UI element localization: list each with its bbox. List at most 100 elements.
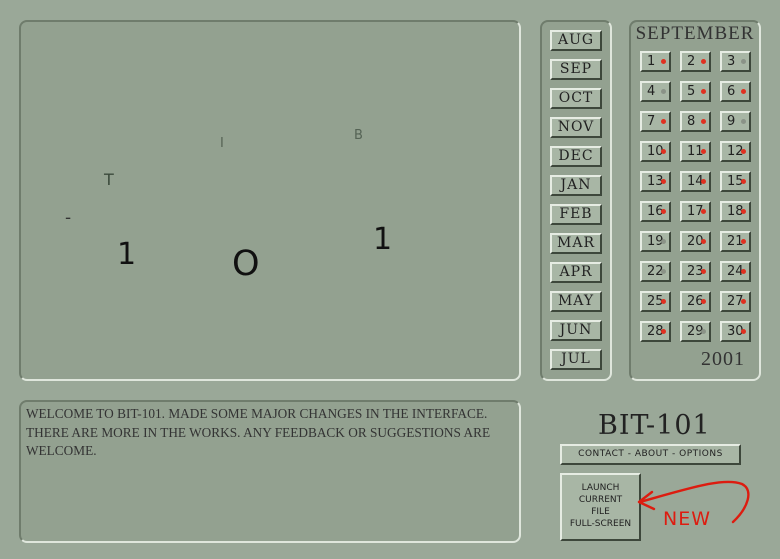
status-dot-icon — [701, 119, 706, 124]
status-dot-icon — [701, 149, 706, 154]
status-dot-icon — [701, 59, 706, 64]
month-button-dec[interactable]: DEC — [550, 146, 602, 167]
calendar-day-label: 8 — [687, 114, 696, 129]
calendar-day-button[interactable]: 10 — [640, 141, 671, 162]
month-button-may[interactable]: MAY — [550, 291, 602, 312]
calendar-day-label: 7 — [647, 114, 656, 129]
status-dot-icon — [661, 239, 666, 244]
calendar-day-button[interactable]: 12 — [720, 141, 751, 162]
calendar-day-label: 1 — [647, 54, 656, 69]
status-dot-icon — [741, 89, 746, 94]
calendar-day-button[interactable]: 6 — [720, 81, 751, 102]
calendar-day-label: 4 — [647, 84, 656, 99]
status-dot-icon — [701, 299, 706, 304]
status-dot-icon — [661, 299, 666, 304]
status-dot-icon — [741, 119, 746, 124]
launch-line: full-screen — [569, 519, 632, 529]
status-dot-icon — [661, 329, 666, 334]
status-dot-icon — [661, 89, 666, 94]
month-button-oct[interactable]: OCT — [550, 88, 602, 109]
calendar-day-button[interactable]: 7 — [640, 111, 671, 132]
status-dot-icon — [661, 179, 666, 184]
calendar-day-button[interactable]: 16 — [640, 201, 671, 222]
glyph-b: B — [354, 128, 363, 143]
status-dot-icon — [701, 269, 706, 274]
glyph-zero: O — [232, 244, 260, 284]
calendar-day-button[interactable]: 5 — [680, 81, 711, 102]
month-button-jul[interactable]: JUL — [550, 349, 602, 370]
launch-line: file — [591, 507, 610, 517]
status-dot-icon — [741, 149, 746, 154]
calendar-day-button[interactable]: 20 — [680, 231, 711, 252]
month-button-mar[interactable]: MAR — [550, 233, 602, 254]
status-dot-icon — [701, 239, 706, 244]
calendar-day-label: 5 — [687, 84, 696, 99]
calendar-day-button[interactable]: 29 — [680, 321, 711, 342]
status-dot-icon — [741, 299, 746, 304]
month-button-aug[interactable]: AUG — [550, 30, 602, 51]
calendar-day-button[interactable]: 17 — [680, 201, 711, 222]
calendar-day-button[interactable]: 3 — [720, 51, 751, 72]
status-dot-icon — [661, 269, 666, 274]
status-dot-icon — [661, 209, 666, 214]
calendar-month-title: SEPTEMBER — [635, 23, 755, 44]
calendar-day-button[interactable]: 24 — [720, 261, 751, 282]
calendar-year: 2001 — [701, 348, 745, 370]
status-dot-icon — [741, 269, 746, 274]
calendar-day-label: 6 — [727, 84, 736, 99]
calendar-day-button[interactable]: 15 — [720, 171, 751, 192]
calendar-day-button[interactable]: 27 — [720, 291, 751, 312]
calendar-day-button[interactable]: 23 — [680, 261, 711, 282]
launch-fullscreen-button[interactable]: Launch current file full-screen — [560, 473, 641, 541]
status-dot-icon — [741, 239, 746, 244]
news-text: Welcome to BIT-101. Made some major chan… — [26, 406, 491, 458]
calendar-day-button[interactable]: 11 — [680, 141, 711, 162]
calendar-day-button[interactable]: 19 — [640, 231, 671, 252]
month-list: AUG SEP OCT NOV DEC JAN FEB MAR APR MAY … — [540, 20, 612, 381]
month-button-feb[interactable]: FEB — [550, 204, 602, 225]
calendar-day-button[interactable]: 9 — [720, 111, 751, 132]
launch-line: current — [578, 495, 623, 505]
calendar-day-button[interactable]: 4 — [640, 81, 671, 102]
month-button-jan[interactable]: JAN — [550, 175, 602, 196]
status-dot-icon — [701, 179, 706, 184]
month-button-sep[interactable]: SEP — [550, 59, 602, 80]
calendar-day-label: 3 — [727, 54, 736, 69]
contact-about-options-button[interactable]: contact - about - options — [560, 444, 741, 465]
month-button-jun[interactable]: JUN — [550, 320, 602, 341]
launch-line: Launch — [581, 483, 620, 493]
new-badge: NEW — [663, 508, 712, 530]
calendar-day-button[interactable]: 14 — [680, 171, 711, 192]
status-dot-icon — [661, 149, 666, 154]
status-dot-icon — [741, 209, 746, 214]
calendar-day-button[interactable]: 22 — [640, 261, 671, 282]
calendar-day-button[interactable]: 26 — [680, 291, 711, 312]
status-dot-icon — [701, 209, 706, 214]
news-panel: Welcome to BIT-101. Made some major chan… — [19, 400, 521, 543]
status-dot-icon — [701, 89, 706, 94]
calendar-day-button[interactable]: 1 — [640, 51, 671, 72]
calendar-day-label: 9 — [727, 114, 736, 129]
glyph-one-right: 1 — [373, 222, 393, 257]
glyph-one-left: 1 — [117, 237, 137, 272]
calendar-day-button[interactable]: 21 — [720, 231, 751, 252]
stage-canvas[interactable]: - T I B 1 O 1 — [19, 20, 521, 381]
month-button-nov[interactable]: NOV — [550, 117, 602, 138]
glyph-i: I — [220, 136, 224, 151]
glyph-dash: - — [65, 208, 72, 228]
calendar-day-button[interactable]: 2 — [680, 51, 711, 72]
calendar-day-button[interactable]: 13 — [640, 171, 671, 192]
status-dot-icon — [741, 329, 746, 334]
calendar-day-button[interactable]: 25 — [640, 291, 671, 312]
calendar-day-button[interactable]: 28 — [640, 321, 671, 342]
calendar-day-button[interactable]: 8 — [680, 111, 711, 132]
glyph-t: T — [104, 170, 114, 189]
status-dot-icon — [741, 59, 746, 64]
status-dot-icon — [701, 329, 706, 334]
status-dot-icon — [661, 59, 666, 64]
month-button-apr[interactable]: APR — [550, 262, 602, 283]
calendar-day-button[interactable]: 30 — [720, 321, 751, 342]
status-dot-icon — [661, 119, 666, 124]
calendar-day-button[interactable]: 18 — [720, 201, 751, 222]
calendar: SEPTEMBER 1 2 3 4 5 6 7 8 9 10 11 12 13 14 15 16 17 18 19 2… — [629, 20, 761, 381]
